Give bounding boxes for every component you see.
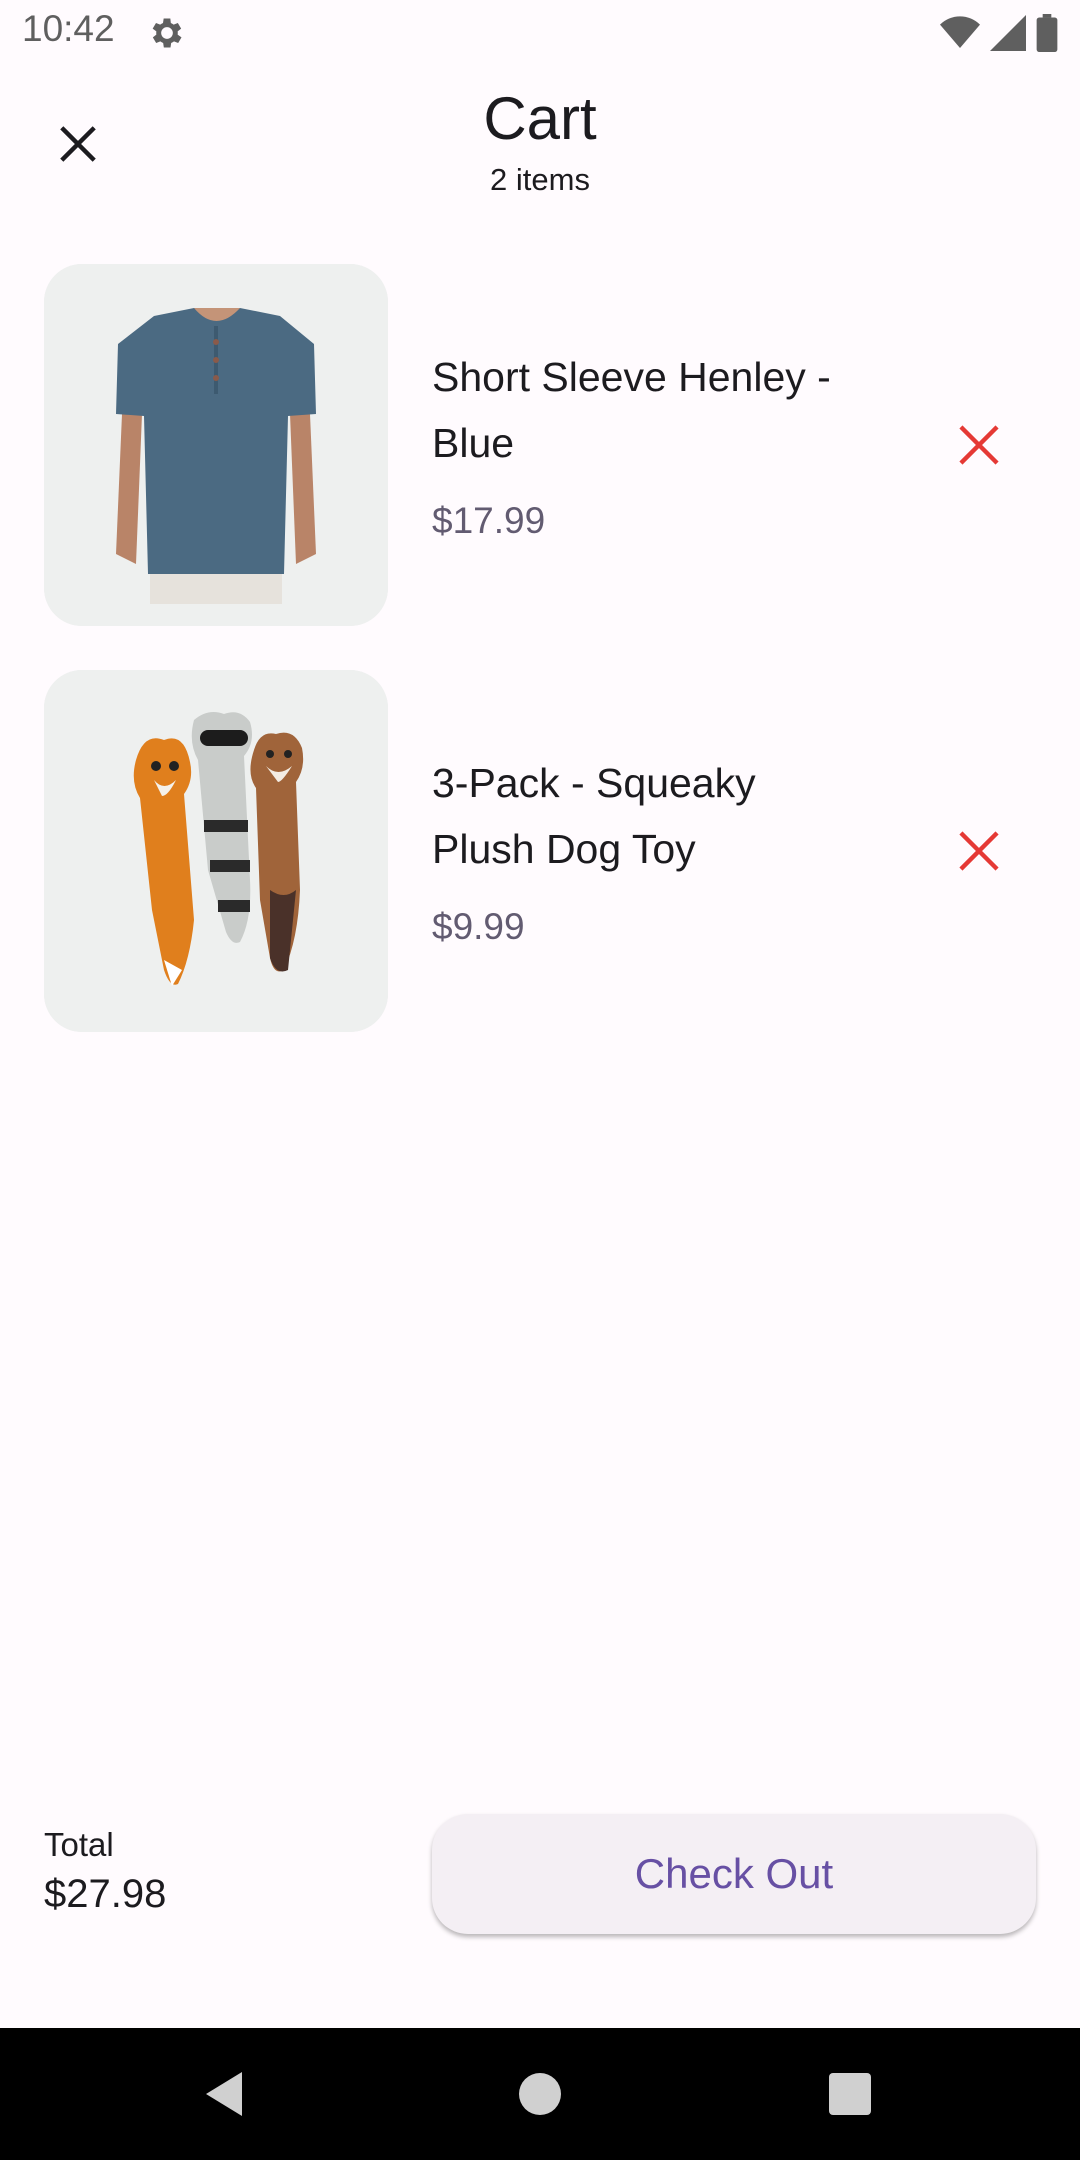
status-icons	[940, 14, 1058, 52]
back-icon[interactable]	[202, 2070, 246, 2118]
item-name: Short Sleeve Henley - Blue	[432, 344, 912, 476]
total-label: Total	[44, 1826, 114, 1863]
cart-screen: 10:42 Cart 2 items Short Sleeve Henley -…	[0, 0, 1080, 2160]
remove-item-button[interactable]	[944, 816, 1014, 886]
remove-icon	[959, 831, 999, 871]
checkout-button[interactable]: Check Out	[432, 1814, 1036, 1934]
dog-toy-photo	[44, 670, 388, 1032]
page-title: Cart	[483, 85, 597, 152]
cart-item: 3-Pack - Squeaky Plush Dog Toy $9.99	[44, 670, 1044, 1032]
battery-icon	[1036, 14, 1058, 52]
status-bar: 10:42	[0, 0, 1080, 66]
item-name: 3-Pack - Squeaky Plush Dog Toy	[432, 750, 912, 882]
product-image-henley	[44, 264, 388, 626]
total-value: $27.98	[44, 1872, 167, 1916]
signal-icon	[990, 15, 1026, 51]
wifi-icon	[940, 16, 980, 48]
shirt-photo	[44, 264, 388, 626]
recents-icon[interactable]	[829, 2073, 871, 2115]
item-count: 2 items	[490, 162, 590, 197]
product-image-dog-toy	[44, 670, 388, 1032]
remove-icon	[959, 425, 999, 465]
item-name-line1: Short Sleeve Henley -	[432, 354, 831, 400]
item-price: $17.99	[432, 500, 546, 541]
item-name-line2: Blue	[432, 420, 515, 466]
gear-icon	[152, 18, 182, 48]
item-name-line2: Plush Dog Toy	[432, 826, 696, 872]
cart-item: Short Sleeve Henley - Blue $17.99	[44, 264, 1044, 626]
home-icon[interactable]	[519, 2073, 561, 2115]
system-nav-bar	[0, 2028, 1080, 2160]
item-name-line1: 3-Pack - Squeaky	[432, 760, 756, 806]
status-time: 10:42	[22, 8, 115, 49]
remove-item-button[interactable]	[944, 410, 1014, 480]
item-price: $9.99	[432, 906, 525, 947]
